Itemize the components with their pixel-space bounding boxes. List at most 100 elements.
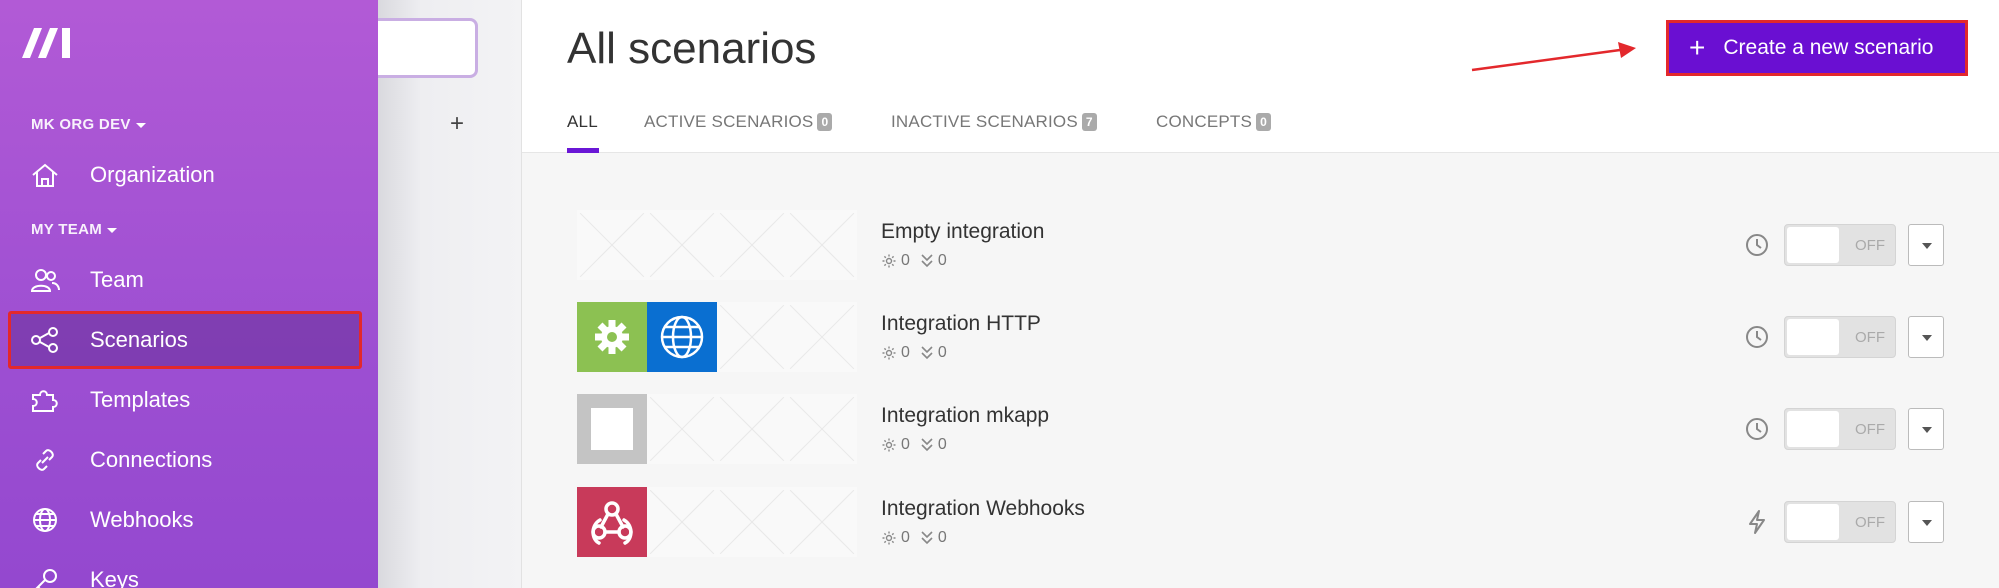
transfer-count: 0 xyxy=(937,344,947,361)
empty-module-placeholder xyxy=(577,210,647,280)
tab-inactive-scenarios[interactable]: INACTIVE SCENARIOS 7 xyxy=(891,112,1097,132)
scenario-name[interactable]: Empty integration xyxy=(881,220,1044,244)
team-switcher[interactable]: MY TEAM xyxy=(31,221,117,238)
sidebar-item-label: Organization xyxy=(90,162,215,187)
folder-search-input[interactable] xyxy=(378,18,478,78)
sidebar-item-scenarios[interactable]: Scenarios xyxy=(8,311,362,369)
sidebar-item-label: Keys xyxy=(90,567,139,588)
bolt-icon[interactable] xyxy=(1744,509,1770,535)
caret-down-icon xyxy=(135,122,146,128)
tab-label: ALL xyxy=(567,112,598,131)
sidebar-item-label: Webhooks xyxy=(90,507,194,532)
scenario-stats: 0 0 xyxy=(881,344,957,362)
link-icon xyxy=(36,449,54,471)
gear-icon xyxy=(882,438,896,452)
toggle-knob xyxy=(1787,504,1839,540)
puzzle-icon xyxy=(32,390,58,412)
sidebar-item-organization[interactable]: Organization xyxy=(8,146,362,204)
chevrons-down-icon xyxy=(921,438,933,452)
chevrons-down-icon xyxy=(921,531,933,545)
gear-icon xyxy=(882,531,896,545)
scenario-row[interactable]: Integration Webhooks 0 0 OFF xyxy=(522,487,1999,573)
sidebar-item-keys[interactable]: Keys xyxy=(8,551,362,588)
create-scenario-button[interactable]: + Create a new scenario xyxy=(1666,20,1968,76)
transfer-count: 0 xyxy=(937,436,947,453)
share-icon xyxy=(31,327,58,353)
empty-module-placeholder xyxy=(787,394,857,464)
toggle-knob xyxy=(1787,411,1839,447)
operations-count: 0 xyxy=(901,344,910,361)
chevrons-down-icon xyxy=(921,346,933,360)
toggle-status: OFF xyxy=(1855,514,1885,531)
create-scenario-label: Create a new scenario xyxy=(1723,36,1934,59)
empty-module-placeholder xyxy=(647,487,717,557)
scenario-stats: 0 0 xyxy=(881,436,957,454)
scenario-row[interactable]: Integration mkapp 0 0 OFF xyxy=(522,394,1999,480)
count-badge: 7 xyxy=(1081,113,1097,131)
scenario-options-dropdown[interactable] xyxy=(1908,224,1944,266)
annotation-arrow xyxy=(1471,42,1636,72)
empty-module-placeholder xyxy=(717,487,787,557)
main-header: All scenarios ALL ACTIVE SCENARIOS 0 INAC… xyxy=(522,0,1999,153)
tab-concepts[interactable]: CONCEPTS 0 xyxy=(1156,112,1271,132)
scenario-toggle[interactable]: OFF xyxy=(1784,224,1896,266)
webhooks-module-icon xyxy=(577,487,647,557)
clock-icon[interactable] xyxy=(1744,232,1770,258)
sidebar: MK ORG DEV Organization MY TEAM Team Sce… xyxy=(0,0,378,588)
scenario-name[interactable]: Integration mkapp xyxy=(881,404,1049,428)
empty-module-placeholder xyxy=(787,487,857,557)
toggle-knob xyxy=(1787,227,1839,263)
toggle-status: OFF xyxy=(1855,237,1885,254)
org-label: MK ORG DEV xyxy=(31,116,131,133)
sidebar-item-webhooks[interactable]: Webhooks xyxy=(8,491,362,549)
clock-icon[interactable] xyxy=(1744,324,1770,350)
sidebar-item-team[interactable]: Team xyxy=(8,251,362,309)
clock-icon[interactable] xyxy=(1744,416,1770,442)
scenario-stats: 0 0 xyxy=(881,252,957,270)
scenario-toggle[interactable]: OFF xyxy=(1784,408,1896,450)
tab-active-scenarios[interactable]: ACTIVE SCENARIOS 0 xyxy=(644,112,833,132)
sidebar-item-connections[interactable]: Connections xyxy=(8,431,362,489)
count-badge: 0 xyxy=(1256,113,1271,131)
empty-module-placeholder xyxy=(717,210,787,280)
sidebar-item-label: Connections xyxy=(90,447,213,472)
http-module-icon xyxy=(647,302,717,372)
empty-module-placeholder xyxy=(787,302,857,372)
module-thumbnails xyxy=(577,487,857,557)
empty-module-placeholder xyxy=(787,210,857,280)
secondary-panel: + xyxy=(378,0,522,588)
org-switcher[interactable]: MK ORG DEV xyxy=(31,116,146,133)
empty-module-placeholder xyxy=(647,394,717,464)
scenario-stats: 0 0 xyxy=(881,529,957,547)
tab-label: INACTIVE SCENARIOS xyxy=(891,112,1078,131)
sidebar-item-label: Templates xyxy=(90,387,191,412)
chevrons-down-icon xyxy=(921,254,933,268)
scenario-options-dropdown[interactable] xyxy=(1908,501,1944,543)
empty-module-placeholder xyxy=(647,210,717,280)
plus-icon: + xyxy=(1689,32,1706,63)
page-title: All scenarios xyxy=(567,24,817,73)
key-icon xyxy=(35,569,57,588)
tab-all[interactable]: ALL xyxy=(567,112,598,132)
scenario-name[interactable]: Integration Webhooks xyxy=(881,497,1085,521)
active-tab-indicator xyxy=(567,148,599,153)
scenario-name[interactable]: Integration HTTP xyxy=(881,312,1041,336)
globe-icon xyxy=(660,315,704,359)
empty-module-placeholder xyxy=(717,394,787,464)
scenario-toggle[interactable]: OFF xyxy=(1784,316,1896,358)
scenario-row[interactable]: Empty integration 0 0 OFF xyxy=(522,210,1999,296)
caret-down-icon xyxy=(107,227,117,233)
scenario-toggle[interactable]: OFF xyxy=(1784,501,1896,543)
operations-count: 0 xyxy=(901,436,910,453)
module-thumbnails xyxy=(577,394,857,464)
make-logo[interactable] xyxy=(20,24,74,60)
scenario-row[interactable]: Integration HTTP 0 0 OFF xyxy=(522,302,1999,388)
scenario-options-dropdown[interactable] xyxy=(1908,316,1944,358)
scenario-options-dropdown[interactable] xyxy=(1908,408,1944,450)
main-content: All scenarios ALL ACTIVE SCENARIOS 0 INAC… xyxy=(522,0,1999,588)
transfer-count: 0 xyxy=(937,252,947,269)
sidebar-item-label: Team xyxy=(90,267,144,292)
add-folder-button[interactable]: + xyxy=(450,110,464,138)
sidebar-item-templates[interactable]: Templates xyxy=(8,371,362,429)
operations-count: 0 xyxy=(901,252,910,269)
